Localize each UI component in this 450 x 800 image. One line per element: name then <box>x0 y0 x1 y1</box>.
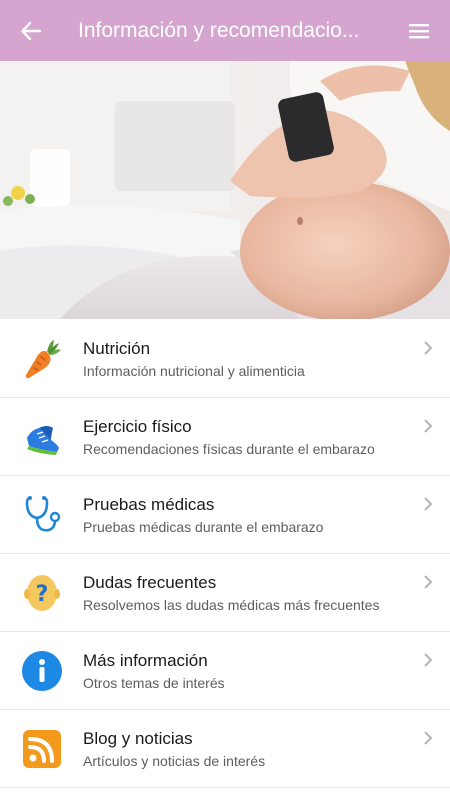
topics-list: Nutrición Información nutricional y alim… <box>0 320 450 788</box>
list-item-ejercicio[interactable]: Ejercicio físico Recomendaciones físicas… <box>0 398 450 476</box>
pregnant-woman-with-phone-photo <box>0 61 450 319</box>
svg-text:?: ? <box>35 582 48 607</box>
back-button[interactable] <box>0 0 62 61</box>
hero-image <box>0 61 450 319</box>
carrot-icon <box>25 339 61 378</box>
sneaker-icon <box>26 425 59 455</box>
chevron-right-icon <box>424 653 433 667</box>
list-item-dudas[interactable]: ? Dudas frecuentes Resolvemos las dudas … <box>0 554 450 632</box>
item-title: Ejercicio físico <box>83 417 192 436</box>
item-subtitle: Otros temas de interés <box>83 675 225 691</box>
menu-button[interactable] <box>388 0 450 61</box>
chevron-right-icon <box>424 419 433 433</box>
item-title: Más información <box>83 651 208 670</box>
chevron-right-icon <box>424 497 433 511</box>
chevron-right-icon <box>424 731 433 745</box>
page-title: Información y recomendacio... <box>78 18 360 42</box>
list-item-mas-informacion[interactable]: Más información Otros temas de interés <box>0 632 450 710</box>
item-subtitle: Pruebas médicas durante el embarazo <box>83 519 324 535</box>
chevron-right-icon <box>424 575 433 589</box>
stethoscope-icon <box>25 495 60 532</box>
info-icon <box>21 650 62 691</box>
list-item-pruebas[interactable]: Pruebas médicas Pruebas médicas durante … <box>0 476 450 554</box>
list-item-blog[interactable]: Blog y noticias Artículos y noticias de … <box>0 710 450 788</box>
item-title: Blog y noticias <box>83 729 193 748</box>
app-bar: Información y recomendacio... <box>0 0 450 61</box>
question-head-icon: ? <box>23 574 60 611</box>
rss-icon <box>22 729 61 768</box>
item-title: Pruebas médicas <box>83 495 215 514</box>
item-subtitle: Recomendaciones físicas durante el embar… <box>83 441 375 457</box>
arrow-left-icon <box>21 21 42 40</box>
item-title: Dudas frecuentes <box>83 573 217 592</box>
chevron-right-icon <box>424 341 433 355</box>
item-subtitle: Información nutricional y alimenticia <box>83 363 305 379</box>
list-item-nutricion[interactable]: Nutrición Información nutricional y alim… <box>0 320 450 398</box>
item-subtitle: Resolvemos las dudas médicas más frecuen… <box>83 597 380 613</box>
item-subtitle: Artículos y noticias de interés <box>83 753 266 769</box>
hamburger-icon <box>409 23 429 38</box>
item-title: Nutrición <box>83 339 151 358</box>
